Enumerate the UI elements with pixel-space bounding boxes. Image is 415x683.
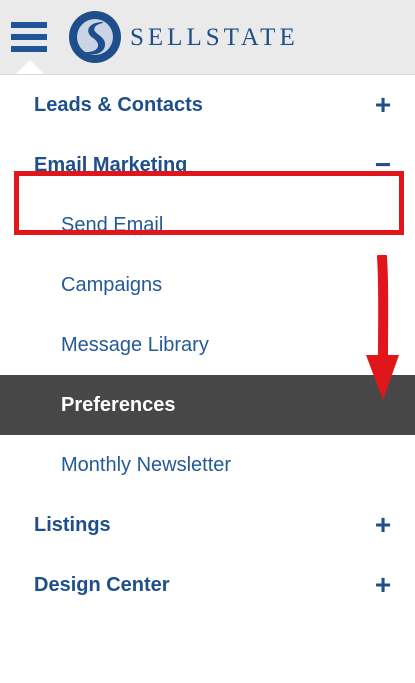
app-header: SELLSTATE <box>0 0 415 75</box>
collapse-icon[interactable]: − <box>373 135 393 195</box>
expand-icon[interactable]: + <box>373 555 393 615</box>
menu-item-label: Email Marketing <box>34 154 188 176</box>
menu-item-listings[interactable]: Listings + <box>0 495 415 555</box>
submenu-item-label: Preferences <box>61 394 176 416</box>
app-page: SELLSTATE Leads & Contacts + Email Marke… <box>0 0 415 683</box>
submenu-item-preferences[interactable]: Preferences <box>0 375 415 435</box>
hamburger-icon[interactable] <box>11 22 47 52</box>
brand-name[interactable]: SELLSTATE <box>130 24 299 52</box>
hamburger-line-bottom <box>11 46 47 52</box>
menu-caret <box>16 60 44 74</box>
submenu-item-campaigns[interactable]: Campaigns <box>0 255 415 315</box>
expand-icon[interactable]: + <box>373 495 393 555</box>
hamburger-line-middle <box>11 34 47 40</box>
down-arrow-icon <box>366 255 399 400</box>
submenu-item-label: Send Email <box>61 214 164 236</box>
menu-item-label: Listings <box>34 514 111 536</box>
sellstate-logo[interactable] <box>68 10 122 64</box>
navigation-menu: Leads & Contacts + Email Marketing − Sen… <box>0 75 415 615</box>
hamburger-line-top <box>11 22 47 28</box>
submenu-item-send-email[interactable]: Send Email <box>0 195 415 255</box>
menu-item-design-center[interactable]: Design Center + <box>0 555 415 615</box>
menu-item-label: Leads & Contacts <box>34 94 203 116</box>
expand-icon[interactable]: + <box>373 75 393 135</box>
menu-item-email-marketing[interactable]: Email Marketing − <box>0 135 415 195</box>
submenu-item-label: Campaigns <box>61 274 163 296</box>
submenu-item-label: Message Library <box>61 334 209 356</box>
menu-item-leads-contacts[interactable]: Leads & Contacts + <box>0 75 415 135</box>
menu-item-label: Design Center <box>34 574 170 596</box>
submenu-item-message-library[interactable]: Message Library <box>0 315 415 375</box>
submenu-item-label: Monthly Newsletter <box>61 454 232 476</box>
submenu-item-monthly-newsletter[interactable]: Monthly Newsletter <box>0 435 415 495</box>
